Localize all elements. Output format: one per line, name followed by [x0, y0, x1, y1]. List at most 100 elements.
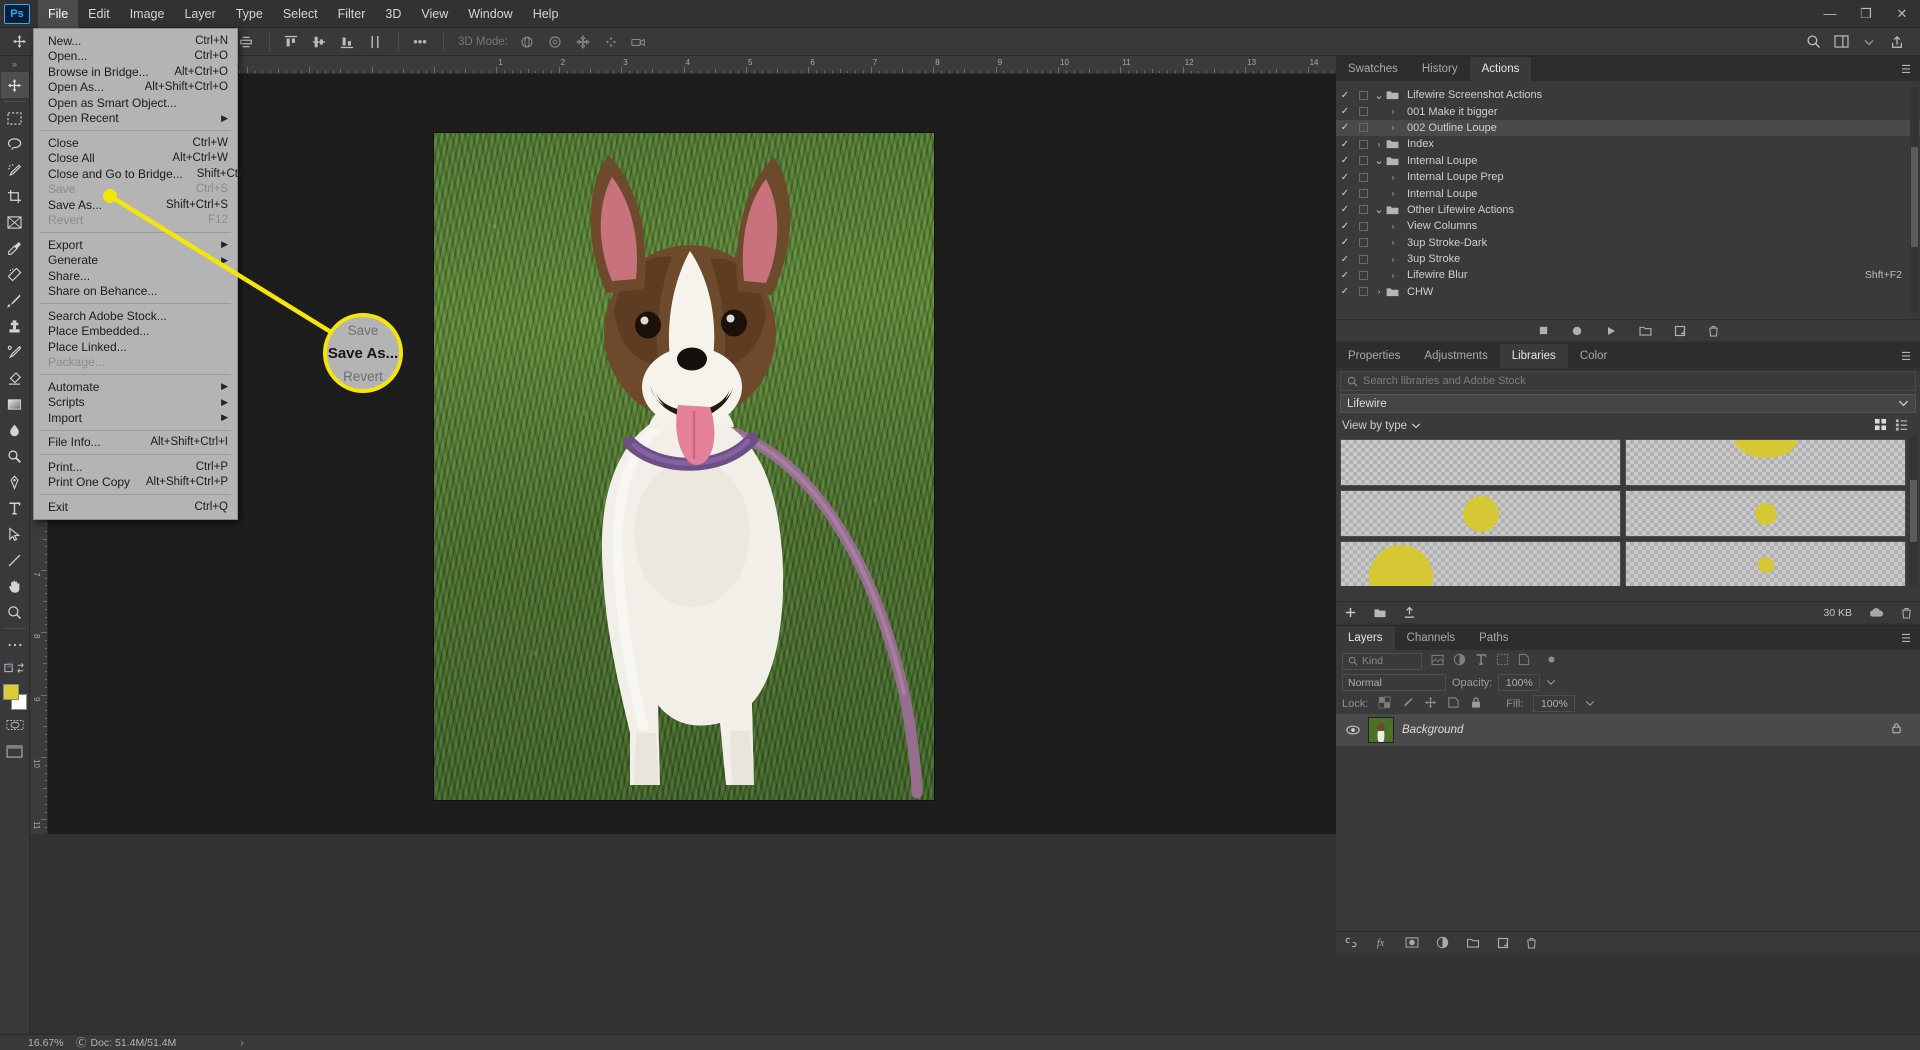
action-enabled-checkbox[interactable]: ✓: [1336, 172, 1354, 183]
type-filter-icon[interactable]: [1475, 653, 1487, 669]
zoom-level[interactable]: 16.67%: [0, 1037, 64, 1049]
lock-transparent-icon[interactable]: [1378, 696, 1391, 712]
brush-tool[interactable]: [1, 287, 29, 313]
expand-arrow-icon[interactable]: ›: [1386, 123, 1400, 132]
canvas-area[interactable]: [48, 74, 1336, 834]
new-set-button[interactable]: [1638, 325, 1652, 336]
file-menu-dropdown[interactable]: New... Ctrl+N Open... Ctrl+O Browse in Bridg…: [33, 28, 262, 520]
action-enabled-checkbox[interactable]: ✓: [1336, 106, 1354, 117]
menu-view[interactable]: View: [411, 0, 458, 28]
file-menu-item-new[interactable]: New... Ctrl+N: [34, 33, 237, 49]
layer-visibility-icon[interactable]: [1342, 725, 1364, 735]
blend-mode-select[interactable]: Normal: [1342, 674, 1446, 691]
action-row[interactable]: ✓ › Internal Loupe Prep: [1336, 169, 1920, 185]
frame-tool[interactable]: [1, 209, 29, 235]
quick-mask-icon[interactable]: [1, 712, 29, 738]
share-icon[interactable]: [1884, 31, 1910, 53]
tab-color[interactable]: Color: [1568, 344, 1619, 368]
action-enabled-checkbox[interactable]: ✓: [1336, 204, 1354, 215]
expand-arrow-icon[interactable]: ›: [1386, 189, 1400, 198]
libraries-search-field[interactable]: Search libraries and Adobe Stock: [1340, 371, 1916, 391]
pen-tool[interactable]: [1, 469, 29, 495]
action-set-row[interactable]: ✓ ⌄ Lifewire Screenshot Actions: [1336, 87, 1920, 103]
layers-list[interactable]: Background: [1336, 714, 1920, 746]
file-menu-item-automate[interactable]: Automate ▶: [34, 379, 237, 395]
file-menu-item-open[interactable]: Open... Ctrl+O: [34, 49, 237, 65]
spot-healing-brush-tool[interactable]: [1, 261, 29, 287]
libraries-panel-menu-icon[interactable]: ☰: [1893, 350, 1920, 363]
cloud-icon[interactable]: [1868, 607, 1885, 618]
close-icon[interactable]: ✕: [1884, 0, 1920, 28]
library-asset-thumbnail[interactable]: [1340, 541, 1621, 586]
layers-panel-menu-icon[interactable]: ☰: [1893, 632, 1920, 645]
file-menu-item-share-on-behance[interactable]: Share on Behance...: [34, 284, 237, 300]
adjustment-filter-icon[interactable]: [1453, 653, 1466, 669]
roll-3d-icon[interactable]: [542, 31, 568, 53]
opacity-stepper-icon[interactable]: [1546, 677, 1556, 689]
action-enabled-checkbox[interactable]: ✓: [1336, 254, 1354, 265]
new-group-icon[interactable]: [1373, 607, 1387, 618]
file-menu-item-open-as-smart-object[interactable]: Open as Smart Object...: [34, 95, 237, 111]
upload-icon[interactable]: [1403, 606, 1416, 619]
file-menu-item-search-adobe-stock[interactable]: Search Adobe Stock...: [34, 308, 237, 324]
file-menu-item-print[interactable]: Print... Ctrl+P: [34, 459, 237, 475]
menu-window[interactable]: Window: [458, 0, 522, 28]
tab-libraries[interactable]: Libraries: [1499, 344, 1568, 368]
chevron-down-icon[interactable]: [1411, 420, 1421, 432]
action-enabled-checkbox[interactable]: ✓: [1336, 122, 1354, 133]
align-bottom-edges-icon[interactable]: [334, 31, 360, 53]
action-dialog-toggle[interactable]: [1354, 107, 1372, 117]
layer-mask-icon[interactable]: [1405, 937, 1419, 948]
layer-name[interactable]: Background: [1402, 724, 1891, 736]
action-dialog-toggle[interactable]: [1354, 238, 1372, 248]
align-vertical-centers-icon[interactable]: [306, 31, 332, 53]
library-asset-thumbnail[interactable]: [1625, 439, 1906, 486]
file-menu-item-generate[interactable]: Generate ▶: [34, 253, 237, 269]
libraries-scroll-thumb[interactable]: [1910, 480, 1917, 542]
tab-swatches[interactable]: Swatches: [1336, 57, 1410, 81]
action-dialog-toggle[interactable]: [1354, 287, 1372, 297]
file-menu-item-file-info[interactable]: File Info... Alt+Shift+Ctrl+I: [34, 435, 237, 451]
actions-list[interactable]: ✓ ⌄ Lifewire Screenshot Actions ✓ › 001 Make …: [1336, 87, 1920, 300]
shape-filter-icon[interactable]: [1496, 653, 1509, 669]
layer-style-icon[interactable]: fx: [1375, 936, 1388, 949]
quick-selection-tool[interactable]: [1, 157, 29, 183]
library-asset-thumbnail[interactable]: [1340, 439, 1621, 486]
action-set-row[interactable]: ✓ ⌄ Internal Loupe: [1336, 153, 1920, 169]
move-tool[interactable]: [0, 72, 29, 98]
action-dialog-toggle[interactable]: [1354, 139, 1372, 149]
delete-icon[interactable]: [1901, 607, 1912, 619]
lock-all-icon[interactable]: [1470, 696, 1482, 712]
screen-mode-icons[interactable]: [1, 658, 29, 678]
action-row[interactable]: ✓ › Lifewire Blur Shft+F2: [1336, 267, 1920, 283]
action-row[interactable]: ✓ › Internal Loupe: [1336, 185, 1920, 201]
action-enabled-checkbox[interactable]: ✓: [1336, 237, 1354, 248]
file-menu-item-open-as[interactable]: Open As... Alt+Shift+Ctrl+O: [34, 80, 237, 96]
menu-type[interactable]: Type: [226, 0, 273, 28]
hand-tool[interactable]: [1, 573, 29, 599]
minimize-icon[interactable]: —: [1812, 0, 1848, 28]
action-dialog-toggle[interactable]: [1354, 221, 1372, 231]
adjustment-layer-icon[interactable]: [1436, 936, 1449, 949]
menu-select[interactable]: Select: [273, 0, 328, 28]
dodge-tool[interactable]: [1, 443, 29, 469]
camera-3d-icon[interactable]: [626, 31, 652, 53]
new-layer-icon[interactable]: [1497, 937, 1509, 949]
file-menu-item-browse-in-bridge[interactable]: Browse in Bridge... Alt+Ctrl+O: [34, 64, 237, 80]
chevron-down-icon[interactable]: [1856, 31, 1882, 53]
library-asset-thumbnail[interactable]: [1625, 490, 1906, 537]
action-dialog-toggle[interactable]: [1354, 90, 1372, 100]
rotate-3d-icon[interactable]: [514, 31, 540, 53]
menu-edit[interactable]: Edit: [78, 0, 120, 28]
fill-value[interactable]: 100%: [1533, 695, 1576, 712]
restore-icon[interactable]: ❐: [1848, 0, 1884, 28]
add-content-icon[interactable]: [1344, 606, 1357, 619]
action-set-row[interactable]: ✓ ⌄ Other Lifewire Actions: [1336, 202, 1920, 218]
zoom-tool[interactable]: [1, 599, 29, 625]
expand-arrow-icon[interactable]: ›: [1386, 271, 1400, 280]
search-icon[interactable]: [1800, 31, 1826, 53]
actions-scrollbar[interactable]: [1910, 87, 1919, 313]
file-menu-item-save-as[interactable]: Save As... Shift+Ctrl+S: [34, 197, 237, 213]
path-selection-tool[interactable]: [1, 521, 29, 547]
menu-layer[interactable]: Layer: [174, 0, 225, 28]
